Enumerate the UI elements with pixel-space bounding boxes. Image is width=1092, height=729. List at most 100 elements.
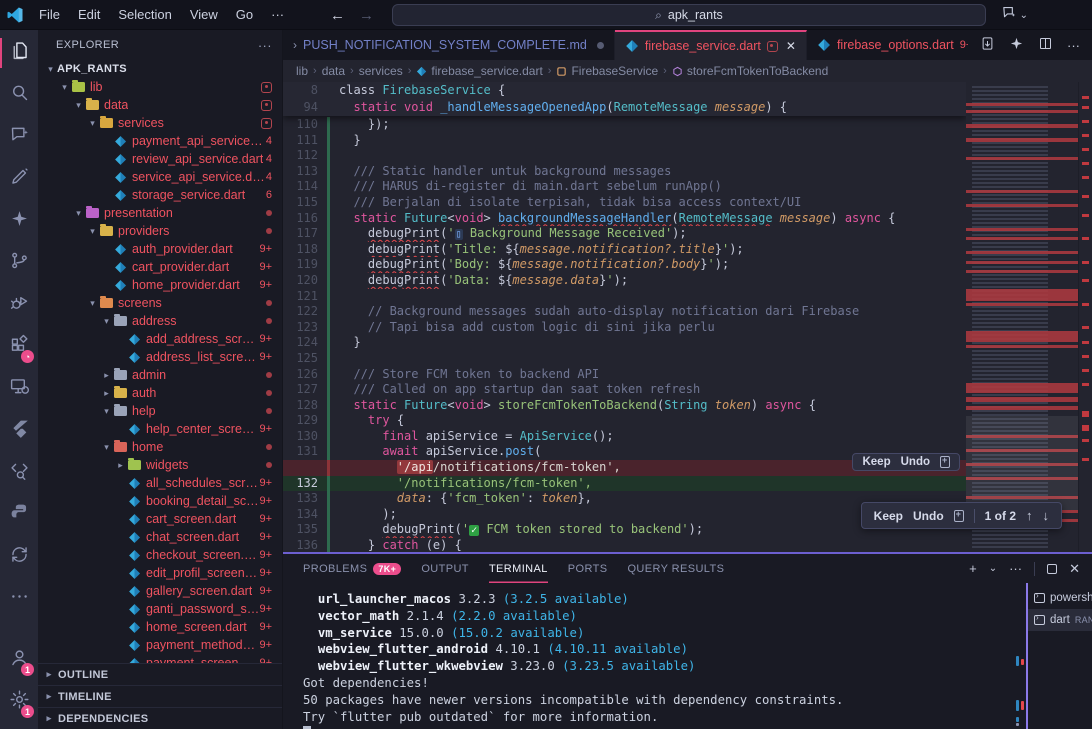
breadcrumb-item[interactable]: FirebaseService bbox=[556, 64, 658, 78]
line-number[interactable]: 119 bbox=[283, 257, 327, 273]
code-line[interactable]: 120 debugPrint('Data: ${message.data}'); bbox=[283, 273, 966, 289]
tree-item[interactable]: checkout_screen.dart9+ bbox=[38, 546, 282, 564]
line-number[interactable]: 118 bbox=[283, 242, 327, 258]
line-number[interactable]: 125 bbox=[283, 351, 327, 367]
tab-close-icon[interactable]: ✕ bbox=[786, 39, 796, 53]
tree-chevron-icon[interactable]: ▾ bbox=[100, 406, 113, 417]
activity-explorer[interactable] bbox=[0, 32, 38, 74]
breadcrumb-item[interactable]: firebase_service.dart bbox=[416, 64, 542, 78]
activity-chat[interactable] bbox=[0, 116, 38, 158]
terminal-instance-powershell[interactable]: powershell... bbox=[1028, 587, 1092, 609]
code-line[interactable]: 130 final apiService = ApiService(); bbox=[283, 429, 966, 445]
tree-chevron-icon[interactable]: ▾ bbox=[44, 64, 57, 75]
code-line[interactable]: 124 } bbox=[283, 335, 966, 351]
code-line[interactable]: 129 try { bbox=[283, 413, 966, 429]
line-number[interactable] bbox=[283, 460, 327, 476]
tab-firebase-service-dart[interactable]: firebase_service.dart✕ bbox=[615, 30, 807, 60]
activity-account[interactable]: 1 bbox=[0, 639, 38, 681]
stage-file-icon[interactable] bbox=[940, 456, 950, 468]
menu-selection[interactable]: Selection bbox=[109, 4, 180, 26]
code-line[interactable]: 110 }); bbox=[283, 117, 966, 133]
activity-sync[interactable] bbox=[0, 536, 38, 578]
activity-flutter[interactable] bbox=[0, 410, 38, 452]
undo-button[interactable]: Undo bbox=[913, 509, 944, 523]
undo-button[interactable]: Undo bbox=[901, 456, 930, 468]
panel-tab-ports[interactable]: PORTS bbox=[568, 554, 608, 583]
tab-push-notification-system-complete-md[interactable]: ›PUSH_NOTIFICATION_SYSTEM_COMPLETE.md bbox=[283, 30, 615, 60]
open-changes-icon[interactable] bbox=[980, 36, 995, 54]
tree-item[interactable]: auth_provider.dart9+ bbox=[38, 240, 282, 258]
section-outline[interactable]: ▸OUTLINE bbox=[38, 663, 282, 685]
line-number[interactable]: 8 bbox=[283, 82, 327, 99]
breadcrumb-item[interactable]: storeFcmTokenToBackend bbox=[672, 64, 828, 78]
tree-chevron-icon[interactable]: ▾ bbox=[86, 226, 99, 237]
tree-item[interactable]: ▾help bbox=[38, 402, 282, 420]
terminal-output[interactable]: url_launcher_macos 3.2.3 (3.2.5 availabl… bbox=[283, 583, 1016, 729]
tree-item[interactable]: service_api_service.dart4 bbox=[38, 168, 282, 186]
keep-button[interactable]: Keep bbox=[862, 456, 890, 468]
tree-chevron-icon[interactable]: ▸ bbox=[100, 388, 113, 399]
panel-tab-output[interactable]: OUTPUT bbox=[421, 554, 469, 583]
tree-item[interactable]: ▸auth bbox=[38, 384, 282, 402]
tree-item[interactable]: ▸widgets bbox=[38, 456, 282, 474]
line-number[interactable]: 116 bbox=[283, 211, 327, 227]
line-number[interactable]: 132 bbox=[283, 476, 327, 492]
line-number[interactable]: 115 bbox=[283, 195, 327, 211]
line-number[interactable]: 121 bbox=[283, 289, 327, 305]
tree-item[interactable]: edit_profil_screen.dart9+ bbox=[38, 564, 282, 582]
line-number[interactable]: 129 bbox=[283, 413, 327, 429]
copilot-edits-icon[interactable] bbox=[1009, 36, 1024, 54]
tree-item[interactable]: ▾APK_RANTS bbox=[38, 60, 282, 78]
line-number[interactable]: 122 bbox=[283, 304, 327, 320]
activity-settings[interactable]: 1 bbox=[0, 681, 38, 723]
tree-item[interactable]: ▾address bbox=[38, 312, 282, 330]
activity-copilot[interactable] bbox=[0, 200, 38, 242]
keep-button[interactable]: Keep bbox=[874, 509, 903, 523]
stage-file-icon[interactable] bbox=[954, 510, 964, 522]
code-line[interactable]: 119 debugPrint('Body: ${message.notifica… bbox=[283, 257, 966, 273]
tree-item[interactable]: ▾data bbox=[38, 96, 282, 114]
tree-chevron-icon[interactable]: ▸ bbox=[114, 460, 127, 471]
tab-firebase-options-dart[interactable]: firebase_options.dart9+ bbox=[807, 30, 968, 60]
split-editor-icon[interactable] bbox=[1038, 36, 1053, 54]
tree-item[interactable]: storage_service.dart6 bbox=[38, 186, 282, 204]
code-line[interactable]: 123 // Tapi bisa add custom logic di sin… bbox=[283, 320, 966, 336]
tree-item[interactable]: all_schedules_screen.dart9+ bbox=[38, 474, 282, 492]
tree-item[interactable]: payment_api_service.dart4 bbox=[38, 132, 282, 150]
code-line[interactable]: 112 bbox=[283, 148, 966, 164]
new-terminal-button[interactable]: + bbox=[969, 561, 977, 576]
line-number[interactable]: 114 bbox=[283, 179, 327, 195]
back-button[interactable]: ← bbox=[330, 7, 345, 24]
menu-go[interactable]: Go bbox=[227, 4, 262, 26]
tree-chevron-icon[interactable]: ▾ bbox=[72, 100, 85, 111]
code-line[interactable]: 122 // Background messages sudah auto-di… bbox=[283, 304, 966, 320]
editor-more-icon[interactable]: ··· bbox=[1067, 38, 1080, 53]
tree-item[interactable]: review_api_service.dart4 bbox=[38, 150, 282, 168]
breadcrumb-item[interactable]: lib bbox=[296, 64, 308, 78]
menu-edit[interactable]: Edit bbox=[69, 4, 109, 26]
sticky-line[interactable]: 8class FirebaseService { bbox=[283, 82, 966, 99]
tree-chevron-icon[interactable]: ▸ bbox=[100, 370, 113, 381]
code-line[interactable]: 117 debugPrint('▯ Background Message Rec… bbox=[283, 226, 966, 242]
tree-item[interactable]: ▾lib bbox=[38, 78, 282, 96]
tree-chevron-icon[interactable]: ▾ bbox=[86, 118, 99, 129]
activity-code-search[interactable] bbox=[0, 452, 38, 494]
line-number[interactable]: 94 bbox=[283, 99, 327, 116]
line-number[interactable]: 128 bbox=[283, 398, 327, 414]
line-number[interactable]: 123 bbox=[283, 320, 327, 336]
code-line[interactable]: 127 /// Called on app startup dan saat t… bbox=[283, 382, 966, 398]
activity-search[interactable] bbox=[0, 74, 38, 116]
code-line[interactable]: 128 static Future<void> storeFcmTokenToB… bbox=[283, 398, 966, 414]
tree-chevron-icon[interactable]: ▾ bbox=[100, 316, 113, 327]
activity-remote-explorer[interactable] bbox=[0, 368, 38, 410]
tree-item[interactable]: payment_method_selection_...9+ bbox=[38, 636, 282, 654]
tree-item[interactable]: ▾home bbox=[38, 438, 282, 456]
tree-item[interactable]: gallery_screen.dart9+ bbox=[38, 582, 282, 600]
menu-view[interactable]: View bbox=[181, 4, 227, 26]
line-number[interactable]: 110 bbox=[283, 117, 327, 133]
activity-source-control[interactable] bbox=[0, 242, 38, 284]
breadcrumb-item[interactable]: services bbox=[359, 64, 403, 78]
line-number[interactable]: 117 bbox=[283, 226, 327, 242]
close-panel-icon[interactable]: ✕ bbox=[1069, 561, 1080, 577]
tree-item[interactable]: payment_screen.dart9+ bbox=[38, 654, 282, 663]
